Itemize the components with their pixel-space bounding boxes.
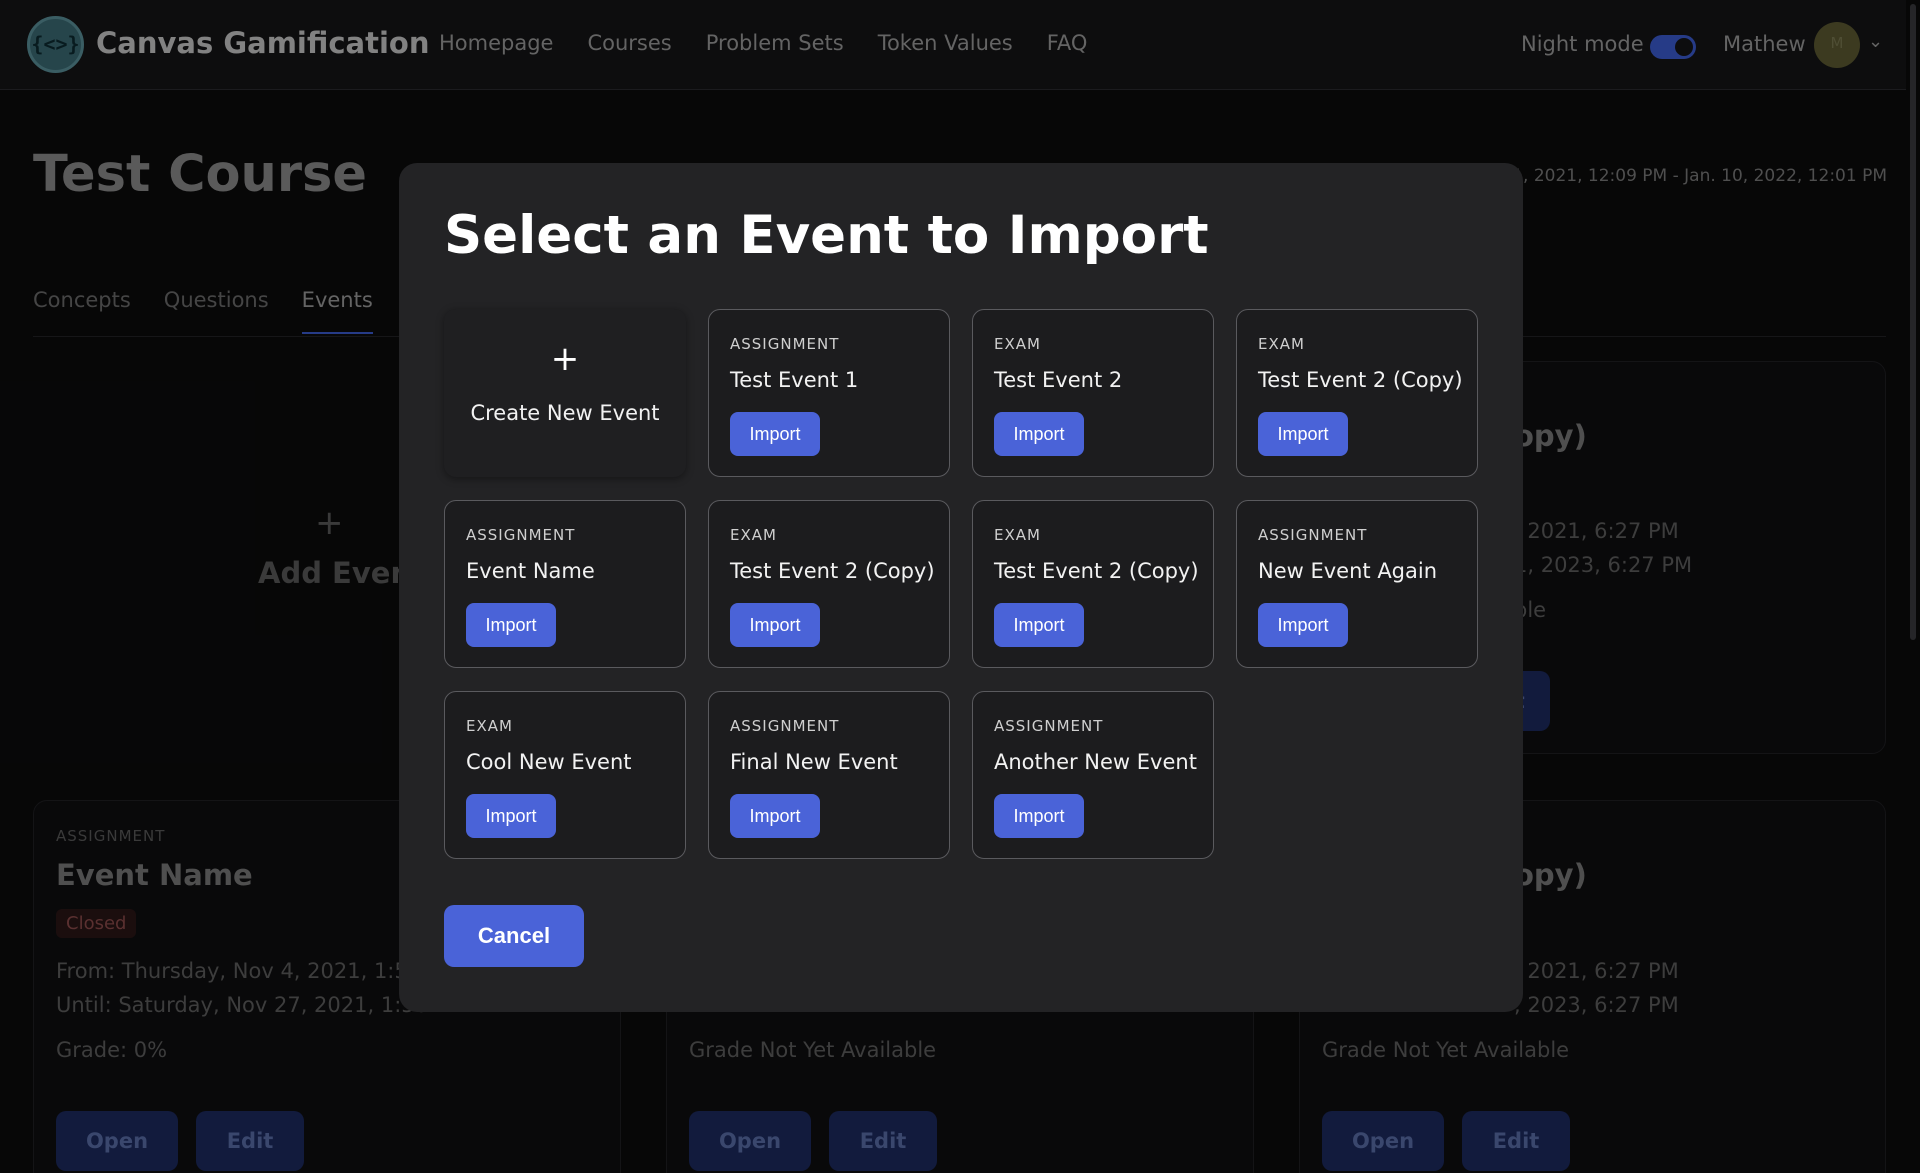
event-import-card: ASSIGNMENT Another New Event Import [972, 691, 1214, 859]
event-type-label: EXAM [994, 335, 1041, 353]
cancel-button[interactable]: Cancel [444, 905, 584, 967]
create-new-event-label: Create New Event [470, 401, 660, 425]
event-type-label: EXAM [1258, 335, 1305, 353]
import-button[interactable]: Import [730, 412, 820, 456]
event-name: Test Event 1 [730, 368, 859, 392]
event-type-label: ASSIGNMENT [994, 717, 1104, 735]
event-import-card: ASSIGNMENT New Event Again Import [1236, 500, 1478, 668]
event-type-label: ASSIGNMENT [730, 335, 840, 353]
event-import-card: EXAM Cool New Event Import [444, 691, 686, 859]
import-button[interactable]: Import [466, 603, 556, 647]
event-type-label: EXAM [466, 717, 513, 735]
event-import-card: ASSIGNMENT Final New Event Import [708, 691, 950, 859]
event-type-label: ASSIGNMENT [730, 717, 840, 735]
import-button[interactable]: Import [730, 603, 820, 647]
event-grid: + Create New Event ASSIGNMENT Test Event … [444, 309, 1478, 859]
modal-title: Select an Event to Import [444, 205, 1209, 266]
event-name: Test Event 2 [994, 368, 1123, 392]
event-import-card: ASSIGNMENT Test Event 1 Import [708, 309, 950, 477]
event-import-card: EXAM Test Event 2 Import [972, 309, 1214, 477]
import-button[interactable]: Import [994, 603, 1084, 647]
event-import-card: ASSIGNMENT Event Name Import [444, 500, 686, 668]
event-name: Test Event 2 (Copy) [730, 559, 935, 583]
event-name: Test Event 2 (Copy) [994, 559, 1199, 583]
event-import-card: EXAM Test Event 2 (Copy) Import [1236, 309, 1478, 477]
import-button[interactable]: Import [1258, 412, 1348, 456]
event-type-label: EXAM [730, 526, 777, 544]
import-button[interactable]: Import [730, 794, 820, 838]
import-button[interactable]: Import [466, 794, 556, 838]
event-import-card: EXAM Test Event 2 (Copy) Import [708, 500, 950, 668]
event-type-label: ASSIGNMENT [1258, 526, 1368, 544]
event-type-label: ASSIGNMENT [466, 526, 576, 544]
create-new-event-card[interactable]: + Create New Event [444, 309, 686, 477]
event-name: Cool New Event [466, 750, 632, 774]
import-event-modal: Select an Event to Import + Create New E… [399, 163, 1523, 1012]
import-button[interactable]: Import [1258, 603, 1348, 647]
import-button[interactable]: Import [994, 794, 1084, 838]
event-import-card: EXAM Test Event 2 (Copy) Import [972, 500, 1214, 668]
event-name: New Event Again [1258, 559, 1438, 583]
event-name: Event Name [466, 559, 595, 583]
event-name: Test Event 2 (Copy) [1258, 368, 1463, 392]
event-name: Final New Event [730, 750, 898, 774]
event-name: Another New Event [994, 750, 1197, 774]
event-type-label: EXAM [994, 526, 1041, 544]
import-button[interactable]: Import [994, 412, 1084, 456]
plus-icon: + [550, 339, 580, 379]
